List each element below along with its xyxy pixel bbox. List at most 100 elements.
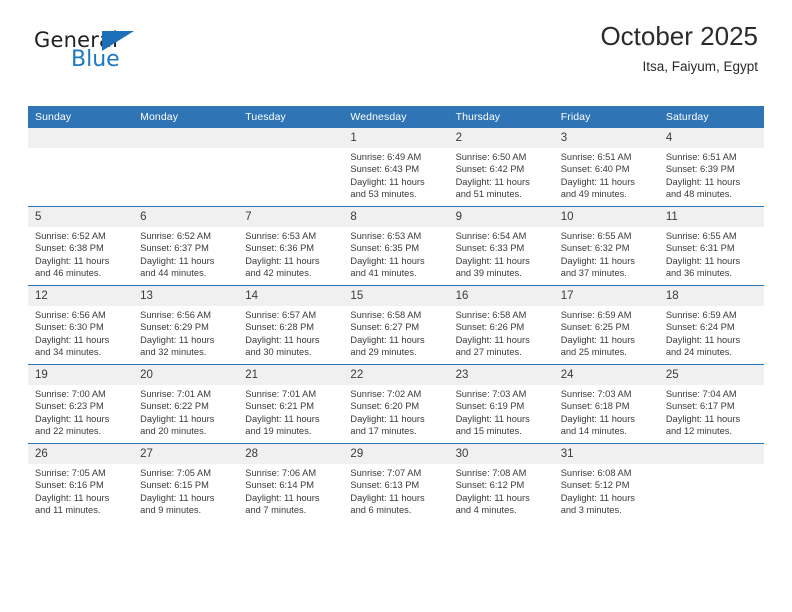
sunrise-text: Sunrise: 7:00 AM — [35, 389, 106, 399]
sunrise-text: Sunrise: 6:51 AM — [560, 152, 632, 162]
calendar-day-cell[interactable]: 1 Sunrise: 6:49 AM Sunset: 6:43 PM Daylight… — [343, 128, 449, 207]
calendar-day-cell[interactable]: 17 Sunrise: 6:59 AM Sunset: 6:25 PM Dayligh… — [553, 285, 659, 365]
calendar-day-cell[interactable]: 25 Sunrise: 7:04 AM Sunset: 6:17 PM Dayligh… — [658, 364, 764, 444]
day-number — [658, 444, 764, 464]
general-blue-logo[interactable]: General Blue — [34, 28, 244, 80]
day-number: 12 — [28, 286, 134, 306]
sunset-text: Sunset: 6:26 PM — [455, 322, 525, 333]
calendar-day-cell[interactable]: 10 Sunrise: 6:55 AM Sunset: 6:32 PM Dayligh… — [553, 206, 659, 286]
day-number: 30 — [448, 444, 554, 464]
calendar-day-cell[interactable]: 27 Sunrise: 7:05 AM Sunset: 6:15 PM Dayligh… — [133, 443, 239, 522]
calendar-day-cell[interactable]: 20 Sunrise: 7:01 AM Sunset: 6:22 PM Dayligh… — [133, 364, 239, 444]
daylight-text-line2: and 39 minutes. — [455, 268, 522, 279]
page-header: General Blue October 2025 Itsa, Faiyum, … — [28, 0, 764, 74]
daylight-text-line2: and 51 minutes. — [455, 189, 522, 200]
day-sun-info: Sunrise: 6:08 AM Sunset: 5:12 PM Daylight:… — [554, 464, 659, 517]
day-sun-info: Sunrise: 6:51 AM Sunset: 6:39 PM Daylight:… — [659, 148, 764, 201]
calendar-day-cell[interactable]: 16 Sunrise: 6:58 AM Sunset: 6:26 PM Dayligh… — [448, 285, 554, 365]
calendar-day-cell[interactable]: 2 Sunrise: 6:50 AM Sunset: 6:42 PM Daylight… — [448, 128, 554, 207]
calendar-body: 1 Sunrise: 6:49 AM Sunset: 6:43 PM Daylight… — [28, 128, 764, 522]
calendar-day-cell[interactable]: 18 Sunrise: 6:59 AM Sunset: 6:24 PM Dayligh… — [658, 285, 764, 365]
sunrise-text: Sunrise: 6:53 AM — [350, 231, 422, 241]
calendar-day-cell[interactable]: 24 Sunrise: 7:03 AM Sunset: 6:18 PM Dayligh… — [553, 364, 659, 444]
daylight-text-line1: Daylight: 11 hours — [140, 334, 215, 345]
calendar-day-cell[interactable]: 7 Sunrise: 6:53 AM Sunset: 6:36 PM Daylight… — [238, 206, 344, 286]
day-number: 18 — [658, 286, 764, 306]
calendar-day-cell[interactable]: 13 Sunrise: 6:56 AM Sunset: 6:29 PM Dayligh… — [133, 285, 239, 365]
calendar-day-cell[interactable]: 5 Sunrise: 6:52 AM Sunset: 6:38 PM Daylight… — [28, 206, 134, 286]
day-number: 5 — [28, 207, 134, 227]
day-sun-info: Sunrise: 7:04 AM Sunset: 6:17 PM Daylight:… — [659, 385, 764, 438]
sunrise-text: Sunrise: 6:55 AM — [665, 231, 737, 241]
daylight-text-line2: and 19 minutes. — [245, 426, 312, 437]
calendar-day-cell[interactable]: 26 Sunrise: 7:05 AM Sunset: 6:16 PM Dayligh… — [28, 443, 134, 522]
logo-text-blue: Blue — [71, 47, 120, 72]
sunset-text: Sunset: 6:15 PM — [140, 480, 209, 491]
calendar-day-cell[interactable]: 23 Sunrise: 7:03 AM Sunset: 6:19 PM Dayligh… — [448, 364, 554, 444]
weekday-header-saturday: Saturday — [658, 106, 764, 128]
daylight-text-line1: Daylight: 11 hours — [140, 492, 215, 503]
daylight-text-line1: Daylight: 11 hours — [455, 255, 530, 266]
calendar-day-cell[interactable]: 30 Sunrise: 7:08 AM Sunset: 6:12 PM Dayligh… — [448, 443, 554, 522]
sunrise-text: Sunrise: 7:01 AM — [140, 389, 211, 399]
daylight-text-line1: Daylight: 11 hours — [560, 176, 635, 187]
daylight-text-line2: and 32 minutes. — [140, 347, 207, 358]
day-number: 23 — [448, 365, 554, 385]
calendar-day-cell[interactable]: 6 Sunrise: 6:52 AM Sunset: 6:37 PM Daylight… — [133, 206, 239, 286]
daylight-text-line1: Daylight: 11 hours — [350, 176, 425, 187]
calendar-day-cell[interactable]: 29 Sunrise: 7:07 AM Sunset: 6:13 PM Dayligh… — [343, 443, 449, 522]
sunset-text: Sunset: 6:31 PM — [665, 243, 735, 254]
page-title: October 2025 — [600, 21, 758, 51]
daylight-text-line2: and 30 minutes. — [245, 347, 312, 358]
calendar-day-cell[interactable]: 9 Sunrise: 6:54 AM Sunset: 6:33 PM Daylight… — [448, 206, 554, 286]
calendar-day-cell[interactable]: 22 Sunrise: 7:02 AM Sunset: 6:20 PM Dayligh… — [343, 364, 449, 444]
sunset-text: Sunset: 6:25 PM — [560, 322, 630, 333]
sunset-text: Sunset: 6:28 PM — [245, 322, 315, 333]
calendar-day-cell[interactable]: 14 Sunrise: 6:57 AM Sunset: 6:28 PM Dayligh… — [238, 285, 344, 365]
daylight-text-line2: and 17 minutes. — [350, 426, 417, 437]
calendar-day-cell[interactable]: 4 Sunrise: 6:51 AM Sunset: 6:39 PM Daylight… — [658, 128, 764, 207]
daylight-text-line2: and 42 minutes. — [245, 268, 312, 279]
daylight-text-line1: Daylight: 11 hours — [350, 413, 425, 424]
calendar-day-cell[interactable]: 11 Sunrise: 6:55 AM Sunset: 6:31 PM Dayligh… — [658, 206, 764, 286]
sunrise-text: Sunrise: 6:52 AM — [140, 231, 211, 241]
calendar-day-cell[interactable]: 31 Sunrise: 6:08 AM Sunset: 5:12 PM Dayligh… — [553, 443, 659, 522]
day-sun-info: Sunrise: 6:58 AM Sunset: 6:26 PM Daylight:… — [449, 306, 554, 359]
day-number — [133, 128, 239, 148]
calendar-day-cell[interactable]: 15 Sunrise: 6:58 AM Sunset: 6:27 PM Dayligh… — [343, 285, 449, 365]
day-number: 15 — [343, 286, 449, 306]
calendar-week-row: 5 Sunrise: 6:52 AM Sunset: 6:38 PM Daylight… — [28, 206, 764, 286]
sunset-text: Sunset: 6:35 PM — [350, 243, 420, 254]
calendar-day-cell[interactable]: 21 Sunrise: 7:01 AM Sunset: 6:21 PM Dayligh… — [238, 364, 344, 444]
sunset-text: Sunset: 5:12 PM — [560, 480, 630, 491]
calendar-day-cell[interactable]: 8 Sunrise: 6:53 AM Sunset: 6:35 PM Daylight… — [343, 206, 449, 286]
day-sun-info: Sunrise: 6:58 AM Sunset: 6:27 PM Daylight:… — [343, 306, 448, 359]
calendar-day-cell[interactable]: 3 Sunrise: 6:51 AM Sunset: 6:40 PM Daylight… — [553, 128, 659, 207]
daylight-text-line2: and 27 minutes. — [455, 347, 522, 358]
daylight-text-line2: and 11 minutes. — [35, 505, 101, 516]
page-subtitle: Itsa, Faiyum, Egypt — [642, 58, 758, 74]
daylight-text-line1: Daylight: 11 hours — [665, 334, 741, 345]
day-sun-info: Sunrise: 6:50 AM Sunset: 6:42 PM Daylight:… — [449, 148, 554, 201]
day-sun-info: Sunrise: 7:05 AM Sunset: 6:16 PM Daylight:… — [28, 464, 133, 517]
daylight-text-line1: Daylight: 11 hours — [245, 413, 320, 424]
sunrise-text: Sunrise: 7:06 AM — [245, 468, 317, 478]
calendar-grid: Sunday Monday Tuesday Wednesday Thursday… — [28, 106, 764, 522]
calendar-page: General Blue October 2025 Itsa, Faiyum, … — [0, 0, 792, 612]
sunset-text: Sunset: 6:39 PM — [665, 164, 735, 175]
daylight-text-line1: Daylight: 11 hours — [455, 176, 530, 187]
day-number: 28 — [238, 444, 344, 464]
sunrise-text: Sunrise: 6:55 AM — [560, 231, 632, 241]
calendar-day-cell[interactable]: 28 Sunrise: 7:06 AM Sunset: 6:14 PM Dayligh… — [238, 443, 344, 522]
day-sun-info: Sunrise: 7:08 AM Sunset: 6:12 PM Daylight:… — [449, 464, 554, 517]
sunrise-text: Sunrise: 6:08 AM — [560, 468, 632, 478]
day-number: 29 — [343, 444, 449, 464]
sunrise-text: Sunrise: 7:02 AM — [350, 389, 422, 399]
sunset-text: Sunset: 6:12 PM — [455, 480, 525, 491]
sunset-text: Sunset: 6:42 PM — [455, 164, 525, 175]
daylight-text-line2: and 36 minutes. — [665, 268, 732, 279]
calendar-day-cell[interactable]: 19 Sunrise: 7:00 AM Sunset: 6:23 PM Dayligh… — [28, 364, 134, 444]
day-sun-info: Sunrise: 6:55 AM Sunset: 6:31 PM Daylight:… — [659, 227, 764, 280]
day-sun-info: Sunrise: 7:03 AM Sunset: 6:18 PM Daylight:… — [554, 385, 659, 438]
calendar-day-cell[interactable]: 12 Sunrise: 6:56 AM Sunset: 6:30 PM Dayligh… — [28, 285, 134, 365]
